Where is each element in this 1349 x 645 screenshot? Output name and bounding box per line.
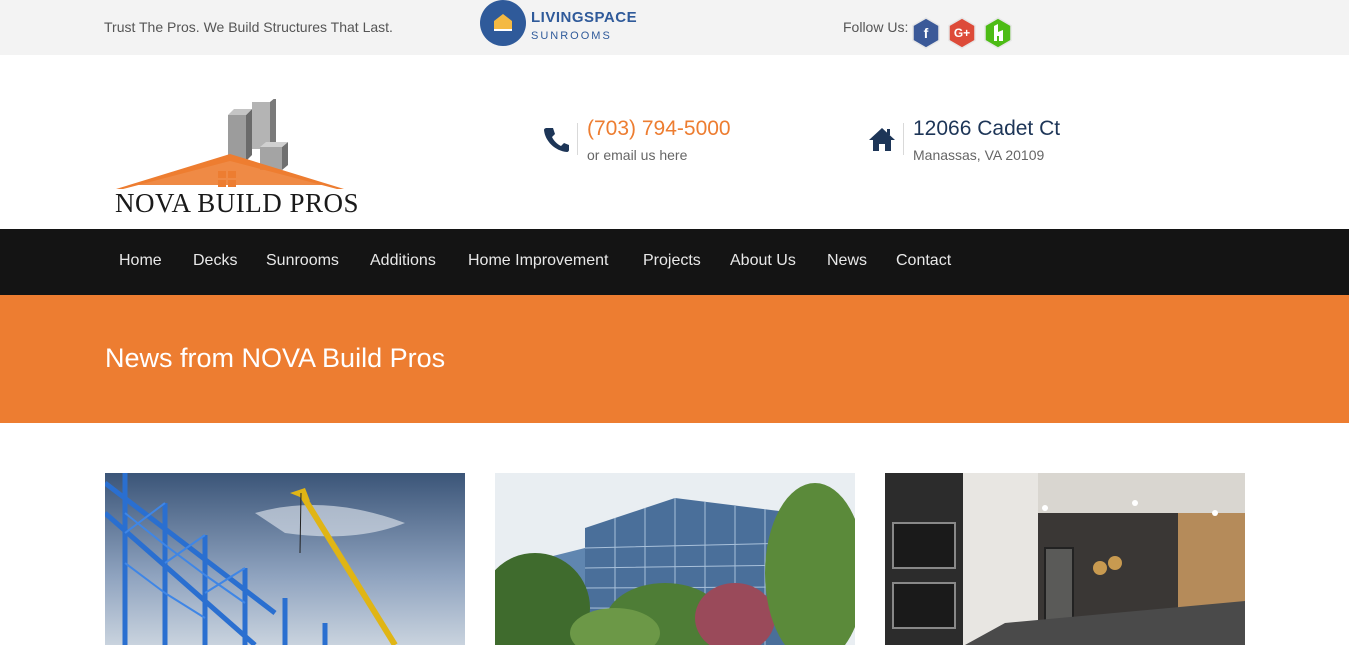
news-card-image-building[interactable] (495, 473, 855, 645)
page-banner: News from NOVA Build Pros (0, 295, 1349, 423)
main-nav: Home Decks Sunrooms Additions Home Impro… (0, 229, 1349, 295)
phone-number-link[interactable]: (703) 794-5000 (587, 117, 731, 141)
phone-icon (544, 128, 569, 152)
buildings-roof-icon (116, 99, 344, 189)
nav-item-projects[interactable]: Projects (643, 252, 701, 270)
address-city: Manassas, VA 20109 (913, 147, 1045, 163)
address-separator (903, 123, 904, 155)
logo-text: NOVA BUILD PROS (115, 188, 360, 218)
nav-item-home-improvement[interactable]: Home Improvement (468, 252, 609, 270)
nav-item-sunrooms[interactable]: Sunrooms (266, 252, 339, 270)
steel-frame-construction-photo (105, 473, 465, 645)
address-street: 12066 Cadet Ct (913, 117, 1061, 140)
google-plus-glyph: G+ (953, 26, 971, 40)
email-link[interactable]: or email us here (587, 147, 687, 163)
tagline: Trust The Pros. We Build Structures That… (104, 19, 393, 35)
houzz-link[interactable] (983, 17, 1013, 49)
follow-label: Follow Us: (843, 19, 909, 35)
page-title: News from NOVA Build Pros (105, 343, 446, 373)
livingspace-brand: LIVINGSPACE (531, 9, 638, 26)
modern-kitchen-photo (885, 473, 1245, 645)
news-card-image-construction[interactable] (105, 473, 465, 645)
nav-item-contact[interactable]: Contact (896, 252, 951, 270)
house-icon (494, 14, 512, 31)
livingspace-emblem (480, 0, 526, 46)
address-contact: 12066 Cadet Ct Manassas, VA 20109 (868, 117, 1108, 167)
site-header: NOVA BUILD PROS (703) 794-5000 or email … (0, 55, 1349, 229)
houzz-icon (984, 17, 1012, 49)
nav-item-additions[interactable]: Additions (370, 252, 436, 270)
nav-item-about-us[interactable]: About Us (730, 252, 796, 270)
top-bar: Trust The Pros. We Build Structures That… (0, 0, 1349, 55)
livingspace-sunrooms-logo[interactable]: LIVINGSPACE SUNROOMS (480, 0, 650, 48)
phone-separator (577, 123, 578, 155)
livingspace-sub: SUNROOMS (531, 30, 612, 42)
news-card-image-kitchen[interactable] (885, 473, 1245, 645)
nova-build-pros-logo[interactable]: NOVA BUILD PROS (112, 99, 359, 219)
nav-item-news[interactable]: News (827, 252, 867, 270)
facebook-glyph: f (923, 25, 929, 41)
glass-office-building-photo (495, 473, 855, 645)
google-plus-link[interactable]: G+ (947, 17, 977, 49)
facebook-link[interactable]: f (911, 17, 941, 49)
nav-item-home[interactable]: Home (119, 252, 162, 270)
phone-contact: (703) 794-5000 or email us here (542, 117, 762, 167)
home-icon (869, 128, 895, 151)
nav-item-decks[interactable]: Decks (193, 252, 237, 270)
